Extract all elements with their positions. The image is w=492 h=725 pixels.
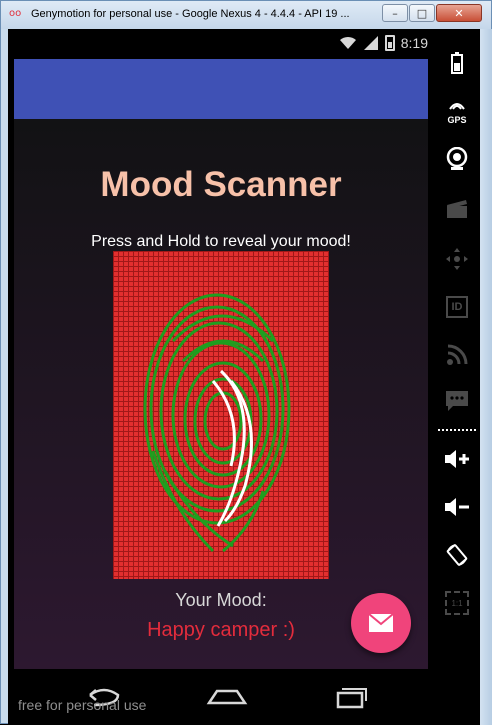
sidebar-divider bbox=[438, 429, 476, 431]
app-title: Mood Scanner bbox=[100, 165, 342, 204]
instruction-text: Press and Hold to reveal your mood! bbox=[91, 233, 351, 250]
fingerprint-icon bbox=[143, 293, 291, 553]
device-screen: 8:19 Mood Scanner Press and Hold to reve… bbox=[8, 29, 434, 725]
camera-icon[interactable] bbox=[434, 139, 480, 179]
genymotion-icon: oo bbox=[9, 8, 22, 19]
volume-up-icon[interactable] bbox=[434, 439, 480, 479]
minimize-button[interactable]: – bbox=[382, 4, 408, 22]
battery-status-icon bbox=[384, 35, 395, 51]
signal-icon bbox=[363, 36, 378, 50]
sms-icon[interactable] bbox=[434, 381, 480, 421]
dpad-icon[interactable] bbox=[434, 239, 480, 279]
gps-icon[interactable]: GPS bbox=[434, 91, 480, 131]
navigation-bar: free for personal use bbox=[8, 669, 434, 725]
genymotion-sidebar: GPS ID 1:1 bbox=[434, 29, 480, 725]
scale-icon[interactable]: 1:1 bbox=[434, 583, 480, 623]
rss-icon[interactable] bbox=[434, 335, 480, 375]
scale-label: 1:1 bbox=[445, 591, 469, 615]
watermark-text: free for personal use bbox=[18, 697, 147, 713]
app-toolbar bbox=[14, 59, 428, 119]
id-label: ID bbox=[446, 296, 468, 318]
id-icon[interactable]: ID bbox=[434, 287, 480, 327]
maximize-button[interactable]: □ bbox=[409, 4, 435, 22]
window-title: Genymotion for personal use - Google Nex… bbox=[31, 8, 350, 20]
clapperboard-icon[interactable] bbox=[434, 189, 480, 229]
emulator-window: oo Genymotion for personal use - Google … bbox=[0, 0, 492, 725]
title-bar[interactable]: oo Genymotion for personal use - Google … bbox=[1, 1, 491, 29]
status-time: 8:19 bbox=[400, 35, 428, 51]
fingerprint-scanner[interactable] bbox=[113, 251, 329, 579]
gps-label: GPS bbox=[447, 115, 467, 125]
email-fab-button[interactable] bbox=[351, 593, 411, 653]
mail-icon bbox=[368, 613, 394, 632]
recent-apps-icon[interactable] bbox=[326, 681, 374, 711]
main-content: Mood Scanner Press and Hold to reveal yo… bbox=[14, 119, 428, 669]
wifi-icon bbox=[339, 36, 356, 49]
battery-icon[interactable] bbox=[434, 43, 480, 83]
volume-down-icon[interactable] bbox=[434, 487, 480, 527]
home-icon[interactable] bbox=[203, 681, 251, 711]
status-bar: 8:19 bbox=[8, 29, 434, 59]
window-frame-right bbox=[480, 29, 492, 725]
close-button[interactable]: ✕ bbox=[436, 4, 482, 22]
rotate-icon[interactable] bbox=[434, 535, 480, 575]
